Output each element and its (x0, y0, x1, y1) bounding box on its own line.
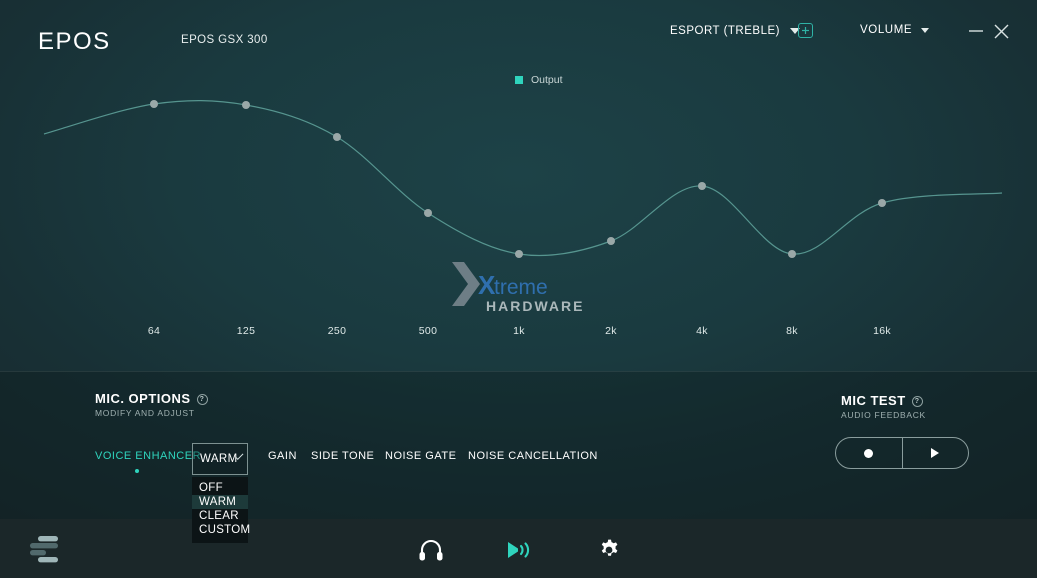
axis-tick-8k: 8k (786, 325, 798, 337)
eq-band-handle-2k[interactable] (607, 237, 615, 245)
nav-item-headphone[interactable] (417, 536, 445, 564)
mic-tab-noise-gate[interactable]: NOISE GATE (385, 450, 456, 462)
eq-curve-svg[interactable] (0, 62, 1037, 370)
voice-enhancer-dropdown-list[interactable]: OFF WARM CLEAR CUSTOM (192, 477, 250, 543)
mic-tab-side-tone[interactable]: SIDE TONE (311, 450, 374, 462)
help-icon[interactable]: ? (196, 394, 208, 405)
device-name-label: EPOS GSX 300 (181, 34, 268, 46)
eq-band-handle-1k[interactable] (515, 250, 523, 258)
axis-tick-16k: 16k (873, 325, 891, 337)
voice-enhancer-option-warm[interactable]: WARM (192, 495, 248, 509)
eq-band-handle-16k[interactable] (878, 199, 886, 207)
active-tab-indicator (135, 469, 139, 473)
mic-options-tabs: VOICE ENHANCER GAIN SIDE TONE NOISE GATE NOI… (0, 447, 1037, 473)
minimize-button[interactable] (965, 20, 987, 42)
axis-tick-250: 250 (327, 325, 347, 337)
volume-dropdown[interactable]: VOLUME (860, 24, 930, 36)
axis-tick-1k: 1k (513, 325, 525, 337)
eq-band-handle-4k[interactable] (698, 182, 706, 190)
epos-gaming-suite-window: EPOS EPOS GSX 300 ESPORT (TREBLE) VOLUME (0, 0, 1037, 578)
mic-test-title-text: MIC TEST (841, 393, 906, 408)
microphone-icon (508, 542, 530, 558)
eq-band-handle-250[interactable] (333, 133, 341, 141)
gear-icon (601, 539, 618, 556)
app-menu-icon[interactable] (28, 534, 66, 564)
title-bar: EPOS EPOS GSX 300 ESPORT (TREBLE) VOLUME (0, 0, 1037, 62)
mic-test-subtitle: AUDIO FEEDBACK (841, 410, 926, 420)
axis-tick-500: 500 (418, 325, 438, 337)
close-icon (994, 24, 1008, 38)
mic-tab-noise-cancellation[interactable]: NOISE CANCELLATION (468, 450, 598, 462)
add-preset-button[interactable] (798, 23, 813, 38)
mic-tab-voice-enhancer[interactable]: VOICE ENHANCER (95, 450, 201, 462)
eq-band-handle-8k[interactable] (788, 250, 796, 258)
preset-dropdown-label: ESPORT (TREBLE) (670, 25, 780, 37)
mic-tab-gain[interactable]: GAIN (268, 450, 297, 462)
volume-dropdown-label: VOLUME (860, 24, 913, 36)
axis-tick-2k: 2k (605, 325, 617, 337)
preset-dropdown[interactable]: ESPORT (TREBLE) (670, 25, 800, 37)
chevron-down-icon (921, 27, 930, 33)
mic-options-subtitle: MODIFY AND ADJUST (95, 408, 195, 418)
voice-enhancer-option-custom[interactable]: CUSTOM (192, 523, 250, 537)
voice-enhancer-dropdown[interactable]: WARM (192, 443, 248, 475)
nav-item-settings[interactable] (595, 536, 623, 564)
axis-tick-4k: 4k (696, 325, 708, 337)
eq-band-handle-500[interactable] (424, 209, 432, 217)
equalizer-chart: Output 64 125 250 500 1k 2k 4k 8k 16k (0, 62, 1037, 370)
voice-enhancer-option-clear[interactable]: CLEAR (192, 509, 248, 523)
nav-item-microphone[interactable] (505, 536, 533, 564)
epos-logo: EPOS (38, 28, 111, 56)
mic-options-title: MIC. OPTIONS? (95, 391, 208, 406)
epos-logo-text: EPOS (38, 28, 111, 55)
headphone-icon (419, 539, 443, 561)
axis-tick-64: 64 (147, 325, 161, 337)
eq-band-handle-125[interactable] (242, 101, 250, 109)
minimize-icon (969, 30, 983, 32)
close-button[interactable] (990, 20, 1012, 42)
voice-enhancer-option-off[interactable]: OFF (192, 481, 248, 495)
voice-enhancer-value: WARM (200, 453, 238, 465)
plus-icon (802, 27, 809, 34)
eq-band-handle-64[interactable] (150, 100, 158, 108)
help-icon[interactable]: ? (911, 396, 923, 407)
mic-options-title-text: MIC. OPTIONS (95, 391, 191, 406)
frequency-axis: 64 125 250 500 1k 2k 4k 8k 16k (0, 325, 1037, 345)
mic-test-title: MIC TEST? (841, 393, 923, 408)
axis-tick-125: 125 (236, 325, 256, 337)
